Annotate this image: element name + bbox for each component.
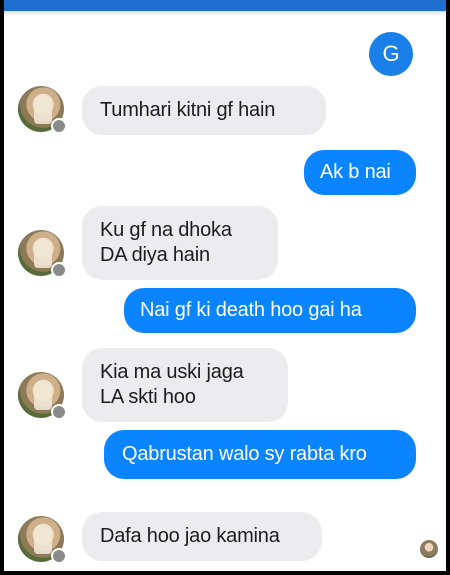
top-bar-shadow [4, 11, 446, 16]
contact-avatar[interactable] [18, 516, 67, 564]
avatar-badge [51, 404, 67, 420]
contact-avatar[interactable] [18, 372, 67, 420]
user-avatar-g[interactable]: G [369, 32, 413, 76]
message-outgoing[interactable]: Nai gf ki death hoo gai ha [124, 288, 416, 333]
chat-screen: G Tumhari kitni gf hain Ak b nai Ku gf n… [4, 0, 446, 571]
avatar-figure [34, 380, 52, 410]
message-outgoing[interactable]: Ak b nai [304, 150, 416, 195]
contact-avatar[interactable] [18, 230, 67, 278]
avatar-figure [34, 524, 52, 554]
avatar-figure [34, 238, 52, 268]
avatar-figure [34, 94, 52, 124]
avatar-badge [51, 118, 67, 134]
message-incoming[interactable]: Kia ma uski jaga LA skti hoo [82, 348, 288, 422]
top-bar [4, 0, 446, 11]
seen-indicator-avatar [420, 540, 438, 558]
avatar-badge [51, 548, 67, 564]
avatar-badge [51, 262, 67, 278]
message-incoming[interactable]: Ku gf na dhoka DA diya hain [82, 206, 278, 280]
message-outgoing[interactable]: Qabrustan walo sy rabta kro [104, 430, 416, 479]
message-incoming[interactable]: Tumhari kitni gf hain [82, 86, 326, 135]
contact-avatar[interactable] [18, 86, 67, 134]
message-incoming[interactable]: Dafa hoo jao kamina [82, 512, 322, 561]
